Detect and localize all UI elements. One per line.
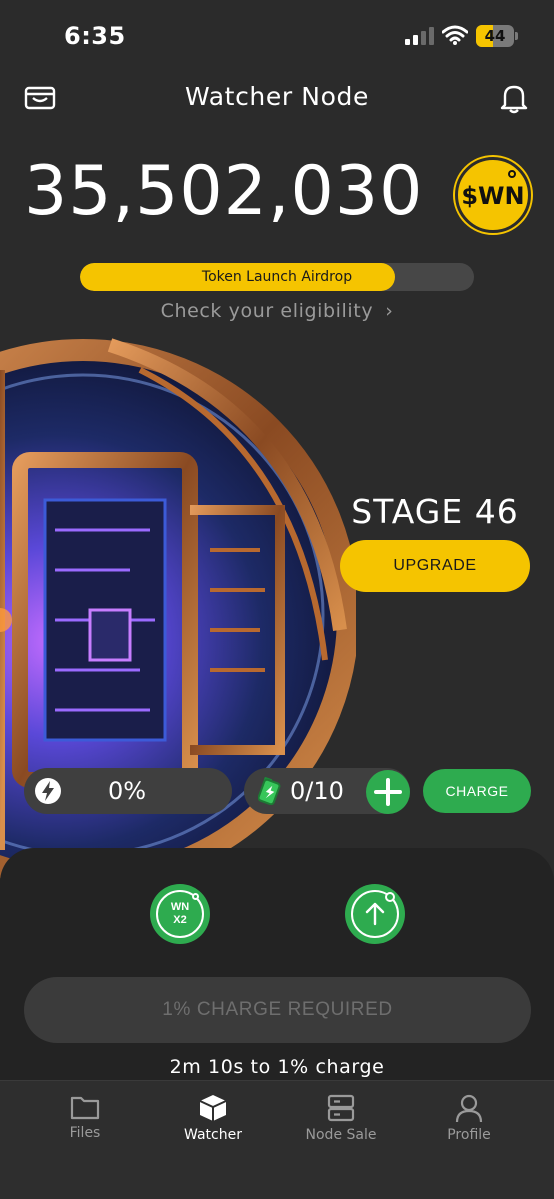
charge-percent: 0%: [107, 777, 147, 805]
chevron-right-icon: ›: [385, 300, 394, 322]
charge-percent-pill: 0%: [24, 768, 232, 814]
watcher-node-screen: 6:35 44 Watcher Node 35,502,030 $WN Toke…: [0, 0, 554, 1199]
battery-icon: 44: [476, 25, 518, 47]
lightning-bolt-icon: [35, 778, 61, 804]
wn-coin-icon: $WN: [455, 157, 531, 233]
arrow-up-circle-icon: [351, 890, 399, 938]
add-battery-button[interactable]: [366, 770, 410, 814]
tab-profile-label: Profile: [447, 1127, 491, 1143]
wifi-icon: [442, 25, 468, 45]
tab-watcher-label: Watcher: [184, 1127, 242, 1143]
tab-node-sale[interactable]: Node Sale: [281, 1093, 401, 1153]
cellular-signal-icon: [405, 27, 434, 45]
battery-charging-icon: [258, 777, 281, 805]
wn-x2-label: WN X2: [150, 901, 210, 927]
coin-symbol: $WN: [461, 182, 525, 210]
tab-watcher[interactable]: Watcher: [153, 1093, 273, 1153]
battery-count: 0/10: [290, 777, 344, 805]
token-balance: 35,502,030: [24, 152, 424, 231]
server-icon: [327, 1094, 355, 1122]
header: Watcher Node: [0, 76, 554, 120]
status-time: 6:35: [64, 22, 126, 50]
wn-x2-line1: WN: [170, 901, 190, 913]
wn-x2-boost-button[interactable]: WN X2: [150, 884, 210, 944]
eligibility-text: Check your eligibility: [160, 300, 374, 322]
tab-bar: Files Watcher Node Sale Profile: [0, 1080, 554, 1199]
person-icon: [455, 1094, 483, 1123]
airdrop-label: Token Launch Airdrop: [201, 269, 353, 285]
charge-button[interactable]: CHARGE: [423, 769, 531, 813]
page-title: Watcher Node: [185, 82, 369, 111]
tab-files[interactable]: Files: [25, 1093, 145, 1153]
charge-required-button[interactable]: 1% CHARGE REQUIRED: [24, 977, 531, 1043]
cube-icon: [199, 1095, 227, 1121]
stage-title: STAGE 46: [351, 492, 519, 531]
status-bar: 6:35 44: [0, 0, 554, 70]
plus-icon: [374, 778, 402, 806]
charge-timer: 2m 10s to 1% charge: [169, 1056, 385, 1078]
airdrop-progress-bar[interactable]: Token Launch Airdrop: [80, 263, 474, 291]
bell-icon[interactable]: [498, 82, 530, 114]
folder-icon: [70, 1096, 100, 1120]
tab-profile[interactable]: Profile: [409, 1093, 529, 1153]
battery-level: 44: [484, 27, 506, 45]
check-eligibility-link[interactable]: Check your eligibility ›: [0, 300, 554, 322]
upgrade-button[interactable]: UPGRADE: [340, 540, 530, 592]
tab-node-sale-label: Node Sale: [305, 1127, 377, 1143]
upgrade-boost-button[interactable]: [345, 884, 405, 944]
wn-x2-line2: X2: [173, 914, 187, 926]
tab-files-label: Files: [69, 1125, 101, 1141]
